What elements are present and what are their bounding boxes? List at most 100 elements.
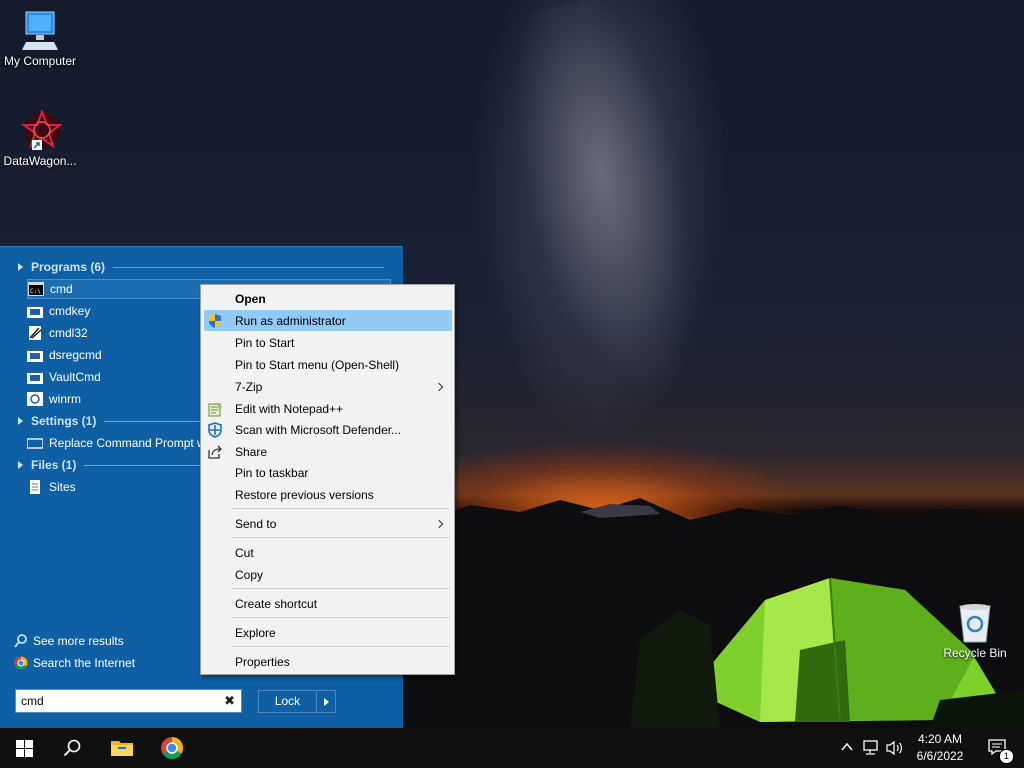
start-search-box[interactable]: ✖	[15, 689, 242, 713]
menu-item-open[interactable]: Open	[204, 288, 452, 309]
settings-label: Replace Command Prompt with Windows Powe…	[49, 436, 200, 450]
chrome-icon	[14, 656, 28, 670]
menu-separator	[232, 537, 450, 538]
cmdl32-icon	[29, 326, 42, 340]
computer-icon	[22, 11, 58, 50]
cmd-icon: C:\	[28, 282, 44, 296]
share-icon	[208, 445, 222, 459]
menu-item-properties[interactable]: Properties	[204, 651, 452, 672]
group-divider	[113, 266, 384, 268]
group-title: Settings (1)	[31, 414, 97, 428]
group-title: Files (1)	[31, 458, 77, 472]
folder-icon	[111, 741, 133, 756]
program-label: cmdl32	[49, 326, 88, 340]
desktop-icon-datawagon[interactable]: DataWagon...	[0, 108, 80, 168]
program-label: cmd	[50, 282, 73, 296]
link-label: Search the Internet	[33, 656, 136, 670]
lock-button[interactable]: Lock	[258, 690, 336, 713]
desktop-icon-label: Recycle Bin	[943, 646, 1007, 660]
uac-shield-icon	[209, 313, 221, 328]
winrm-icon	[27, 392, 43, 406]
clock-date: 6/6/2022	[916, 749, 964, 763]
menu-item-7zip[interactable]: 7-Zip	[204, 376, 452, 397]
desktop-icon-label: My Computer	[3, 54, 77, 68]
settings-item-replace-cmd[interactable]: Replace Command Prompt with Windows Powe…	[27, 433, 200, 453]
group-header-programs[interactable]: Programs (6)	[18, 258, 384, 276]
action-center-button[interactable]: 1	[978, 728, 1018, 768]
menu-separator	[232, 646, 450, 647]
desktop-icon-my-computer[interactable]: My Computer	[0, 10, 80, 68]
menu-item-scan-with-defender[interactable]: Scan with Microsoft Defender...	[204, 419, 452, 440]
network-icon[interactable]	[862, 740, 880, 756]
file-label: Sites	[49, 480, 76, 494]
group-header-files[interactable]: Files (1)	[18, 456, 200, 474]
program-label: VaultCmd	[49, 370, 101, 384]
menu-separator	[232, 508, 450, 509]
recycle-bin-icon	[959, 604, 991, 643]
group-divider	[84, 464, 200, 466]
menu-item-restore-previous-versions[interactable]: Restore previous versions	[204, 484, 452, 505]
submenu-arrow-icon	[434, 382, 444, 391]
group-title: Programs (6)	[31, 260, 106, 274]
expand-triangle-icon	[18, 263, 23, 271]
chrome-icon	[161, 737, 183, 759]
svg-text:C:\: C:\	[30, 288, 41, 295]
defender-icon	[208, 421, 222, 438]
program-label: dsregcmd	[49, 348, 102, 362]
search-icon	[14, 634, 27, 648]
menu-item-pin-to-taskbar[interactable]: Pin to taskbar	[204, 462, 452, 483]
group-header-settings[interactable]: Settings (1)	[18, 412, 200, 430]
taskbar-search-button[interactable]	[48, 728, 96, 768]
taskbar-clock[interactable]: 4:20 AM 6/6/2022	[912, 731, 968, 765]
desktop-icon-label: DataWagon...	[3, 154, 77, 168]
menu-item-copy[interactable]: Copy	[204, 564, 452, 585]
search-icon	[63, 739, 81, 757]
program-item-winrm[interactable]: winrm	[27, 389, 217, 409]
document-icon	[30, 480, 40, 494]
settings-display-icon	[27, 438, 43, 449]
notepadpp-icon	[208, 401, 222, 416]
app-window-icon	[27, 304, 43, 318]
start-button[interactable]	[0, 728, 48, 768]
volume-icon[interactable]	[886, 740, 904, 756]
context-menu: Open Run as administrator Pin to Start P…	[200, 284, 455, 675]
program-item-cmdkey[interactable]: cmdkey	[27, 301, 217, 321]
lock-options-arrow-icon[interactable]	[324, 697, 329, 706]
group-divider	[104, 420, 200, 422]
see-more-results-link[interactable]: See more results	[14, 634, 124, 648]
app-window-icon	[27, 348, 43, 362]
menu-item-cut[interactable]: Cut	[204, 542, 452, 563]
expand-triangle-icon	[18, 461, 23, 469]
show-hidden-icons-chevron-up-icon[interactable]	[840, 740, 854, 754]
notification-count-badge: 1	[999, 749, 1014, 764]
menu-item-send-to[interactable]: Send to	[204, 513, 452, 534]
expand-triangle-icon	[18, 417, 23, 425]
menu-item-create-shortcut[interactable]: Create shortcut	[204, 593, 452, 614]
lock-label: Lock	[259, 691, 317, 712]
program-item-dsregcmd[interactable]: dsregcmd	[27, 345, 217, 365]
menu-item-pin-to-start[interactable]: Pin to Start	[204, 332, 452, 353]
link-label: See more results	[33, 634, 124, 648]
program-item-cmdl32[interactable]: cmdl32	[27, 323, 217, 343]
clock-time: 4:20 AM	[917, 732, 963, 746]
file-item-sites[interactable]: Sites	[27, 477, 217, 497]
menu-item-explore[interactable]: Explore	[204, 622, 452, 643]
menu-item-run-as-administrator[interactable]: Run as administrator	[204, 310, 452, 331]
search-internet-link[interactable]: Search the Internet	[14, 656, 135, 670]
program-item-vaultcmd[interactable]: VaultCmd	[27, 367, 217, 387]
menu-item-share[interactable]: Share	[204, 441, 452, 462]
app-window-icon	[27, 370, 43, 384]
menu-item-pin-to-start-menu-open-shell[interactable]: Pin to Start menu (Open-Shell)	[204, 354, 452, 375]
clear-search-icon[interactable]: ✖	[224, 693, 235, 709]
windows-logo-icon	[15, 739, 33, 757]
menu-separator	[232, 588, 450, 589]
start-search-input[interactable]	[21, 694, 211, 708]
program-label: cmdkey	[49, 304, 91, 318]
desktop-icon-recycle-bin[interactable]: Recycle Bin	[935, 602, 1015, 660]
menu-item-edit-with-notepadpp[interactable]: Edit with Notepad++	[204, 398, 452, 419]
taskbar-file-explorer[interactable]	[98, 728, 146, 768]
datawagon-icon	[20, 109, 62, 150]
taskbar-chrome[interactable]	[148, 728, 196, 768]
menu-separator	[232, 617, 450, 618]
program-label: winrm	[49, 392, 81, 406]
